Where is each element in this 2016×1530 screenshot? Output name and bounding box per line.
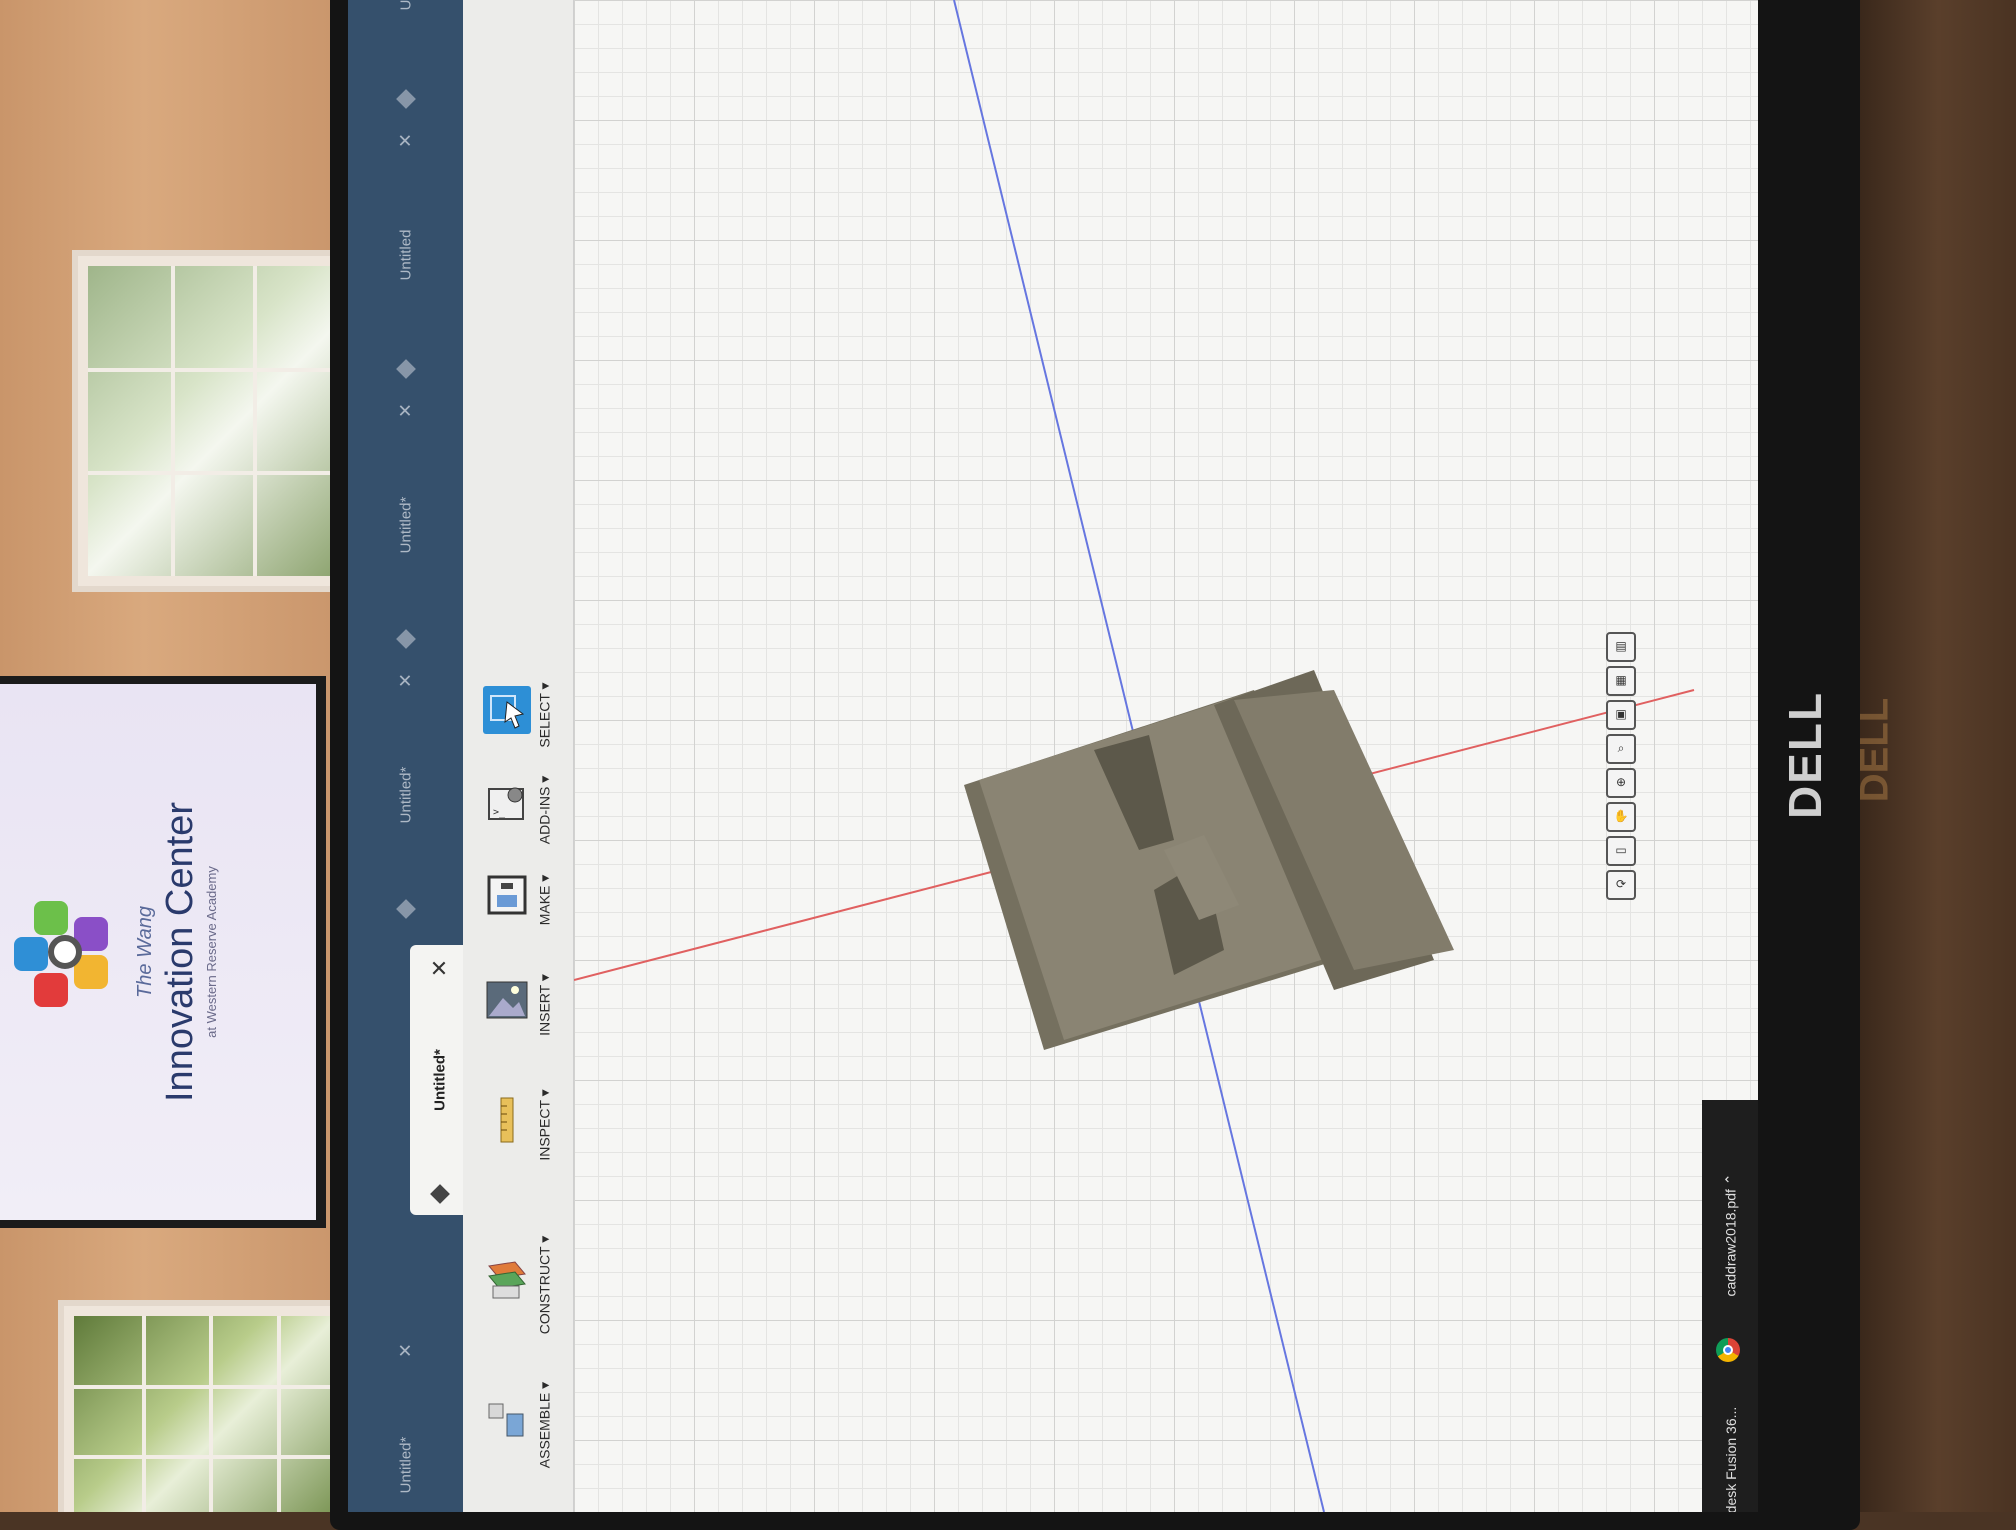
assemble-menu[interactable]: ASSEMBLE ▾ (463, 1380, 573, 1470)
fit-icon[interactable]: ⌕ (1606, 734, 1636, 764)
tv-title-line1: The Wang (134, 906, 156, 998)
navigation-toolbar: ⟳ ▭ ✋ ⊕ ⌕ ▣ ▦ ▤ (1598, 600, 1642, 900)
make-menu[interactable]: MAKE ▾ (463, 855, 573, 945)
windows-taskbar: caddraw2018.pdf ⌃ desk Fusion 36... (1702, 1100, 1758, 1512)
construct-menu[interactable]: CONSTRUCT ▾ (463, 1236, 573, 1334)
close-tab-icon[interactable]: ✕ (427, 959, 453, 977)
room-window-top (72, 250, 354, 592)
grid-icon[interactable]: ▦ (1606, 666, 1636, 696)
viewport-scene (574, 0, 1695, 1512)
tv-title-line2: Innovation Center (159, 802, 201, 1102)
monitor-screen: ✕ Untitled* ✕ Untitled* ✕ Untitled* ✕ Un… (348, 0, 1758, 1512)
svg-text:>_: >_ (493, 807, 506, 818)
document-icon (430, 1184, 450, 1204)
ribbon-toolbar: ASSEMBLE ▾ CONSTRUCT ▾ INSPECT ▾ INSERT … (463, 0, 574, 1512)
pan-hand-icon[interactable]: ✋ (1606, 802, 1636, 832)
inspect-menu[interactable]: INSPECT ▾ (463, 1080, 573, 1170)
document-icon (396, 359, 416, 379)
select-menu[interactable]: SELECT ▾ (463, 670, 573, 760)
add-ins-menu[interactable]: >_ ADD-INS ▾ (463, 765, 573, 855)
document-tab[interactable]: ✕ Untitled* (366, 660, 446, 930)
document-tab[interactable]: Untitled (366, 0, 446, 120)
display-settings-icon[interactable]: ▣ (1606, 700, 1636, 730)
document-icon (396, 89, 416, 109)
3d-viewport-canvas[interactable] (574, 0, 1758, 1512)
document-icon (396, 899, 416, 919)
document-tab[interactable]: ✕ Untitled* (366, 390, 446, 660)
chrome-icon[interactable] (1716, 1338, 1740, 1362)
ruler-icon (500, 1097, 514, 1143)
taskbar-item-fusion[interactable]: desk Fusion 36... (1716, 1390, 1746, 1512)
innovation-center-logo-icon (14, 897, 124, 1007)
dell-logo-reflection: DELL (1852, 697, 1897, 803)
document-tab[interactable]: ✕ Untitled* (366, 1330, 446, 1512)
room-background: The Wang Innovation Center at Western Re… (0, 0, 360, 1512)
add-ins-gear-icon: >_ (488, 787, 524, 820)
taskbar-item-caddraw[interactable]: caddraw2018.pdf ⌃ (1716, 1140, 1746, 1330)
viewports-icon[interactable]: ▤ (1606, 632, 1636, 662)
document-icon (396, 629, 416, 649)
document-tab[interactable]: ✕ Untitled (366, 120, 446, 390)
orbit-icon[interactable]: ⟳ (1606, 870, 1636, 900)
wall-tv: The Wang Innovation Center at Western Re… (0, 676, 326, 1228)
close-tab-icon[interactable]: ✕ (396, 133, 417, 148)
close-tab-icon[interactable]: ✕ (396, 403, 417, 418)
document-tab-bar: ✕ Untitled* ✕ Untitled* ✕ Untitled* ✕ Un… (348, 0, 470, 1512)
document-tab-active[interactable]: ✕ Untitled* (410, 945, 470, 1215)
image-icon (486, 981, 528, 1019)
look-at-icon[interactable]: ▭ (1606, 836, 1636, 866)
tv-subtitle: at Western Reserve Academy (204, 866, 219, 1038)
assemble-icon (488, 1403, 524, 1437)
tv-screen: The Wang Innovation Center at Western Re… (0, 684, 316, 1220)
insert-menu[interactable]: INSERT ▾ (463, 960, 573, 1050)
room-window-bottom (58, 1300, 360, 1512)
close-tab-icon[interactable]: ✕ (396, 673, 417, 688)
3d-print-icon (487, 875, 527, 915)
construct-icon (488, 1261, 526, 1299)
select-cursor-icon (483, 686, 531, 734)
zoom-icon[interactable]: ⊕ (1606, 768, 1636, 798)
3d-model-body[interactable] (964, 670, 1454, 1050)
close-tab-icon[interactable]: ✕ (396, 1343, 417, 1358)
